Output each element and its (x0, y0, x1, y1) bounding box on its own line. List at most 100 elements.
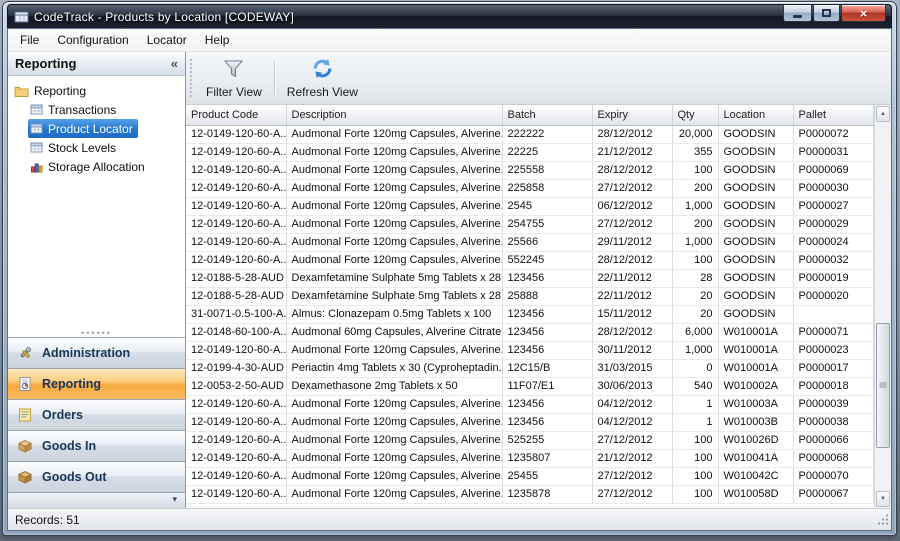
table-row[interactable]: 12-0149-120-60-A...Audmonal Forte 120mg … (186, 341, 874, 359)
table-cell: 22/11/2012 (592, 287, 672, 305)
table-row[interactable]: 12-0188-5-28-AUDDexamfetamine Sulphate 5… (186, 287, 874, 305)
column-header-qty[interactable]: Qty (672, 105, 718, 125)
table-cell: 200 (672, 179, 718, 197)
filter-view-button[interactable]: Filter View (197, 55, 271, 101)
table-cell: 25888 (502, 287, 592, 305)
toolbar-grip[interactable] (190, 59, 195, 97)
column-header-product-code[interactable]: Product Code (186, 105, 286, 125)
nav-button-orders[interactable]: Orders (8, 399, 185, 430)
table-cell: 12-0148-60-100-A... (186, 323, 286, 341)
table-cell: 100 (672, 449, 718, 467)
table-cell: 1,000 (672, 197, 718, 215)
window-body: FileConfigurationLocatorHelp Reporting «… (7, 28, 892, 531)
table-cell: GOODSIN (718, 161, 793, 179)
table-cell: W010041A (718, 449, 793, 467)
refresh-icon (311, 57, 334, 83)
table-cell: 12-0149-120-60-A... (186, 251, 286, 269)
table-cell: 123456 (502, 413, 592, 431)
menu-locator[interactable]: Locator (138, 30, 196, 50)
table-row[interactable]: 12-0188-5-28-AUDDexamfetamine Sulphate 5… (186, 269, 874, 287)
maximize-button[interactable] (813, 4, 840, 22)
table-cell: 28/12/2012 (592, 251, 672, 269)
table-cell: 25455 (502, 467, 592, 485)
table-row[interactable]: 12-0149-120-60-A...Audmonal Forte 120mg … (186, 467, 874, 485)
nav-button-administration[interactable]: Administration (8, 337, 185, 368)
table-cell: P0000019 (793, 269, 874, 287)
administration-icon (16, 345, 34, 361)
close-button[interactable]: × (841, 4, 886, 22)
table-row[interactable]: 12-0053-2-50-AUDDexamethasone 2mg Tablet… (186, 377, 874, 395)
table-row[interactable]: 12-0149-120-60-A...Audmonal Forte 120mg … (186, 485, 874, 503)
table-cell: 12-0199-4-30-AUD (186, 359, 286, 377)
content-area: Reporting « Reporting TransactionsProduc… (8, 52, 891, 508)
app-icon (14, 10, 29, 24)
table-cell: P0000024 (793, 233, 874, 251)
column-header-description[interactable]: Description (286, 105, 502, 125)
nav-button-goods-out[interactable]: Goods Out (8, 461, 185, 492)
table-row[interactable]: 12-0149-120-60-A...Audmonal Forte 120mg … (186, 233, 874, 251)
menu-file[interactable]: File (11, 30, 48, 50)
tree-item-product-locator[interactable]: Product Locator (28, 119, 138, 138)
table-row[interactable]: 12-0149-120-60-A...Audmonal Forte 120mg … (186, 395, 874, 413)
table-cell: 12C15/B (502, 359, 592, 377)
table-row[interactable]: 12-0149-120-60-A...Audmonal Forte 120mg … (186, 125, 874, 143)
menu-configuration[interactable]: Configuration (48, 30, 137, 50)
filter-view-label: Filter View (206, 85, 262, 99)
storage-allocation-icon (30, 160, 43, 173)
table-cell: GOODSIN (718, 143, 793, 161)
table-row[interactable]: 12-0149-120-60-A...Audmonal Forte 120mg … (186, 197, 874, 215)
table-row[interactable]: 12-0149-120-60-A...Audmonal Forte 120mg … (186, 413, 874, 431)
table-row[interactable]: 31-0071-0.5-100-A...Almus: Clonazepam 0.… (186, 305, 874, 323)
nav-button-reporting[interactable]: Reporting (8, 368, 185, 399)
chevron-down-icon[interactable]: ▾ (172, 494, 177, 504)
table-cell: Dexamethasone 2mg Tablets x 50 (286, 377, 502, 395)
table-cell: 540 (672, 377, 718, 395)
table-row[interactable]: 12-0149-120-60-A...Audmonal Forte 120mg … (186, 251, 874, 269)
scroll-down-button[interactable]: ▼ (876, 491, 890, 507)
table-cell: 1 (672, 395, 718, 413)
table-cell: 100 (672, 251, 718, 269)
title-bar[interactable]: CodeTrack - Products by Location [CODEWA… (7, 4, 892, 28)
column-header-location[interactable]: Location (718, 105, 793, 125)
table-cell: 1235807 (502, 449, 592, 467)
tree-item-transactions[interactable]: Transactions (28, 100, 121, 119)
collapse-sidebar-button[interactable]: « (171, 57, 178, 70)
table-row[interactable]: 12-0149-120-60-A...Audmonal Forte 120mg … (186, 161, 874, 179)
table-cell: 15/11/2012 (592, 305, 672, 323)
table-cell: 06/12/2012 (592, 197, 672, 215)
table-cell: 12-0149-120-60-A... (186, 125, 286, 143)
column-header-batch[interactable]: Batch (502, 105, 592, 125)
column-header-pallet[interactable]: Pallet (793, 105, 874, 125)
table-row[interactable]: 12-0149-120-60-A...Audmonal Forte 120mg … (186, 143, 874, 161)
table-cell: 2545 (502, 197, 592, 215)
resize-grip-icon[interactable] (877, 513, 889, 528)
tree-item-storage-allocation[interactable]: Storage Allocation (28, 157, 150, 176)
table-row[interactable]: 12-0149-120-60-A...Audmonal Forte 120mg … (186, 431, 874, 449)
table-row[interactable]: 12-0149-120-60-A...Audmonal Forte 120mg … (186, 449, 874, 467)
table-row[interactable]: 12-0149-120-60-A...Audmonal Forte 120mg … (186, 215, 874, 233)
table-row[interactable]: 12-0148-60-100-A...Audmonal 60mg Capsule… (186, 323, 874, 341)
table-cell: GOODSIN (718, 287, 793, 305)
table-row[interactable]: 12-0199-4-30-AUDPeriactin 4mg Tablets x … (186, 359, 874, 377)
tree-item-stock-levels[interactable]: Stock Levels (28, 138, 121, 157)
table-cell: Audmonal Forte 120mg Capsules, Alverine.… (286, 251, 502, 269)
table-cell: 12-0149-120-60-A... (186, 413, 286, 431)
refresh-view-button[interactable]: Refresh View (278, 55, 367, 101)
minimize-button[interactable] (783, 4, 812, 22)
reporting-icon (16, 376, 34, 392)
refresh-view-label: Refresh View (287, 85, 358, 99)
grid-area: Product CodeDescriptionBatchExpiryQtyLoc… (186, 105, 891, 508)
table-cell: W010003B (718, 413, 793, 431)
scroll-up-button[interactable]: ▲ (876, 106, 890, 122)
nav-button-goods-in[interactable]: Goods In (8, 430, 185, 461)
tree-root-reporting[interactable]: Reporting (11, 81, 182, 100)
table-cell: P0000067 (793, 485, 874, 503)
table-cell: 100 (672, 161, 718, 179)
column-header-expiry[interactable]: Expiry (592, 105, 672, 125)
scrollbar-thumb[interactable] (876, 323, 890, 448)
menu-help[interactable]: Help (196, 30, 239, 50)
table-row[interactable]: 12-0149-120-60-A...Audmonal Forte 120mg … (186, 179, 874, 197)
table-cell: Audmonal Forte 120mg Capsules, Alverine.… (286, 413, 502, 431)
sidebar-splitter[interactable]: •••••• (8, 328, 185, 337)
vertical-scrollbar[interactable]: ▲ ▼ (874, 105, 891, 508)
